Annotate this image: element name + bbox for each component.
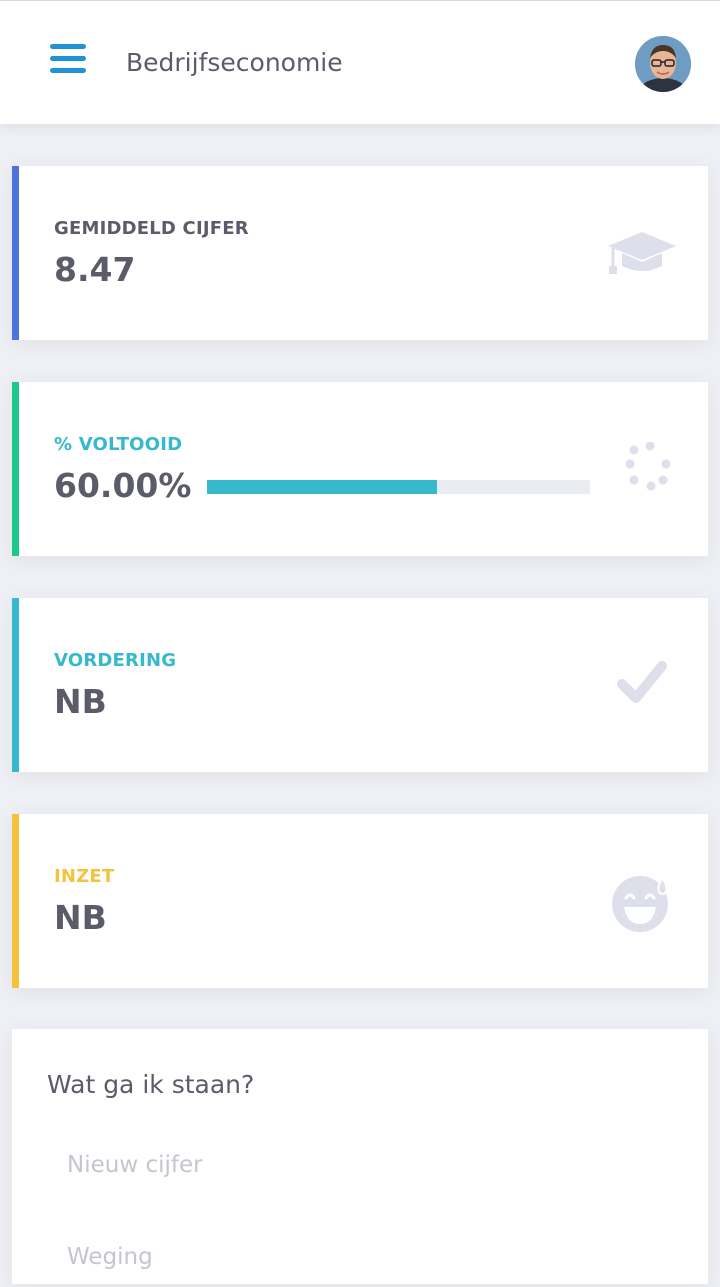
grade-calculator-panel: Wat ga ik staan? (12, 1029, 708, 1287)
average-grade-value: 8.47 (54, 250, 136, 289)
new-grade-input[interactable] (52, 1135, 672, 1195)
graduation-cap-icon (606, 226, 678, 282)
progress-card: VORDERING NB (12, 598, 708, 772)
progress-label: VORDERING (54, 650, 177, 671)
effort-card: INZET NB (12, 814, 708, 988)
completed-card: % VOLTOOID 60.00% (12, 382, 708, 556)
top-bar: Bedrijfseconomie (0, 0, 720, 124)
completed-progress-bar (207, 480, 590, 494)
progress-value: NB (54, 682, 107, 721)
grin-sweat-icon (606, 874, 678, 932)
average-grade-card: GEMIDDELD CIJFER 8.47 (12, 166, 708, 340)
page-title: Bedrijfseconomie (126, 48, 343, 77)
spinner-icon (606, 441, 678, 498)
effort-label: INZET (54, 866, 115, 887)
calculator-title: Wat ga ik staan? (47, 1070, 255, 1099)
completed-value: 60.00% (54, 466, 192, 505)
check-icon (606, 658, 678, 714)
completed-progress-fill (207, 480, 437, 494)
effort-value: NB (54, 898, 107, 937)
completed-label: % VOLTOOID (54, 434, 183, 455)
hamburger-menu-icon[interactable] (50, 44, 86, 76)
average-grade-label: GEMIDDELD CIJFER (54, 218, 249, 239)
weight-input[interactable] (52, 1227, 672, 1287)
avatar[interactable] (635, 36, 691, 92)
